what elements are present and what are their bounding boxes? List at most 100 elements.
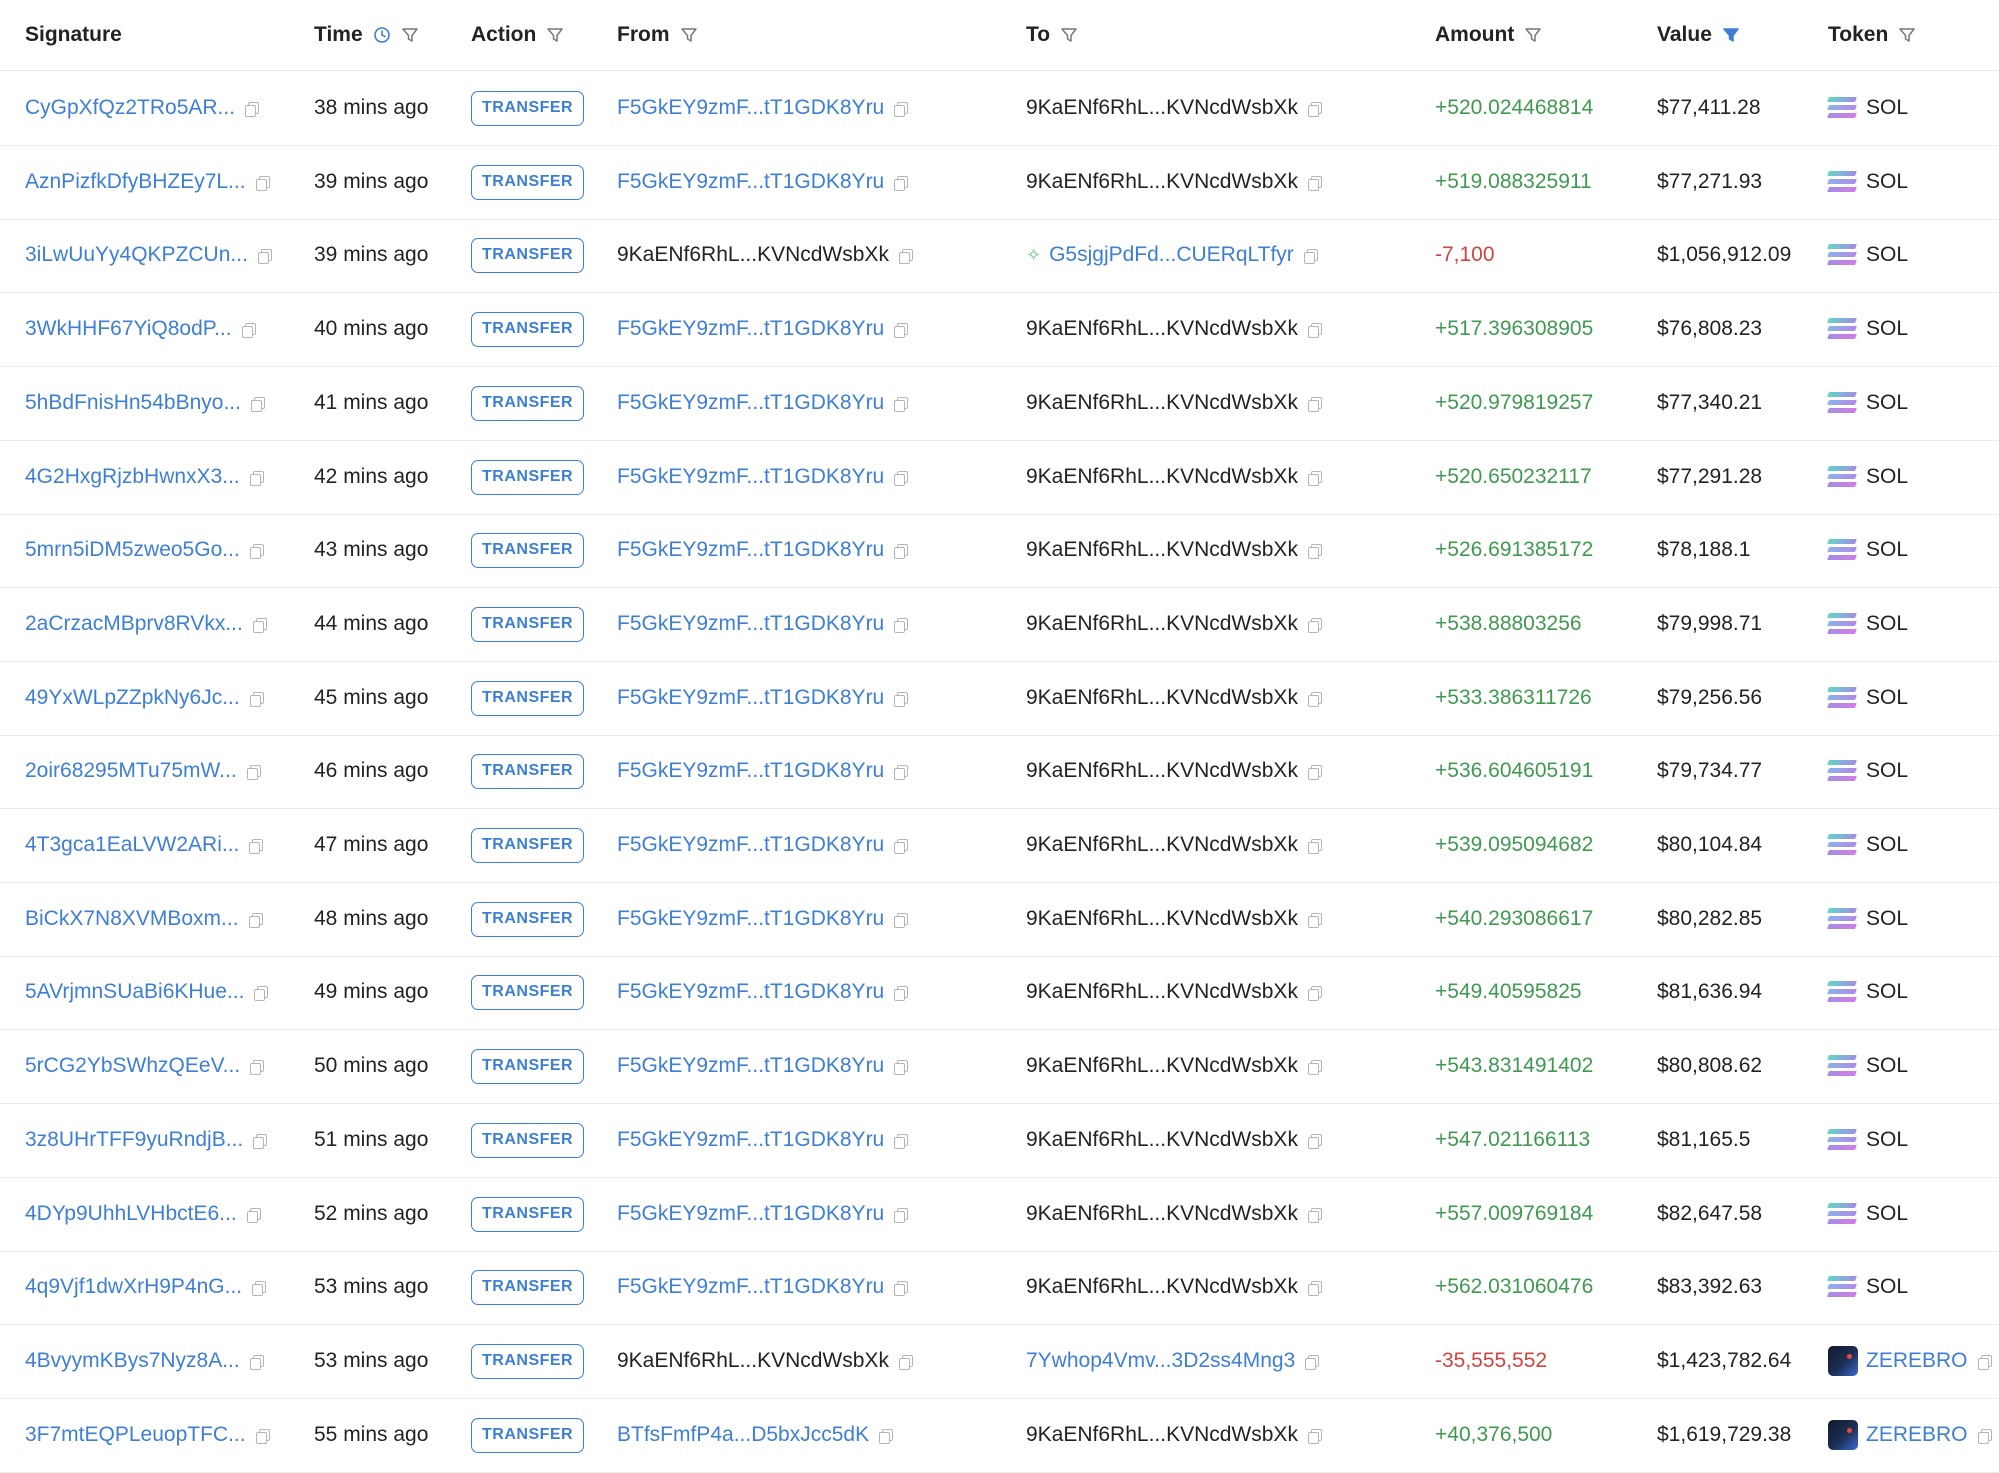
table-row[interactable]: 3z8UHrTFF9yuRndjB...51 mins agoTRANSFERF…	[0, 1103, 1999, 1178]
copy-icon[interactable]	[250, 692, 263, 705]
copy-icon[interactable]	[1308, 471, 1321, 484]
from-address[interactable]: F5GkEY9zmF...tT1GDK8Yru	[617, 612, 884, 636]
copy-icon[interactable]	[251, 397, 264, 410]
copy-icon[interactable]	[249, 839, 262, 852]
filter-icon[interactable]	[1524, 26, 1542, 44]
signature-link[interactable]: 5hBdFnisHn54bBnyo...	[25, 391, 241, 415]
clock-icon[interactable]	[373, 26, 391, 44]
copy-icon[interactable]	[899, 249, 912, 262]
table-row[interactable]: 49YxWLpZZpkNy6Jc...45 mins agoTRANSFERF5…	[0, 661, 1999, 736]
table-row[interactable]: 5rCG2YbSWhzQEeV...50 mins agoTRANSFERF5G…	[0, 1029, 1999, 1104]
copy-icon[interactable]	[1308, 913, 1321, 926]
signature-link[interactable]: BiCkX7N8XVMBoxm...	[25, 907, 239, 931]
token-link[interactable]: ZEREBRO	[1866, 1349, 1968, 1373]
copy-icon[interactable]	[1308, 1134, 1321, 1147]
copy-icon[interactable]	[254, 986, 267, 999]
copy-icon[interactable]	[894, 986, 907, 999]
table-row[interactable]: 2oir68295MTu75mW...46 mins agoTRANSFERF5…	[0, 734, 1999, 809]
copy-icon[interactable]	[253, 618, 266, 631]
filter-active-icon[interactable]	[1722, 26, 1740, 44]
copy-icon[interactable]	[894, 692, 907, 705]
table-row[interactable]: 4DYp9UhhLVHbctE6...52 mins agoTRANSFERF5…	[0, 1177, 1999, 1252]
to-address[interactable]: G5sjgjPdFd...CUERqLTfyr	[1049, 243, 1294, 267]
signature-link[interactable]: 3F7mtEQPLeuopTFC...	[25, 1423, 246, 1447]
copy-icon[interactable]	[1308, 692, 1321, 705]
copy-icon[interactable]	[242, 323, 255, 336]
signature-link[interactable]: 4DYp9UhhLVHbctE6...	[25, 1202, 237, 1226]
copy-icon[interactable]	[1308, 323, 1321, 336]
copy-icon[interactable]	[1978, 1429, 1991, 1442]
copy-icon[interactable]	[894, 839, 907, 852]
table-row[interactable]: 4T3gca1EaLVW2ARi...47 mins agoTRANSFERF5…	[0, 808, 1999, 883]
table-row[interactable]: 2aCrzacMBprv8RVkx...44 mins agoTRANSFERF…	[0, 587, 1999, 662]
from-address[interactable]: F5GkEY9zmF...tT1GDK8Yru	[617, 465, 884, 489]
from-address[interactable]: BTfsFmfP4a...D5bxJcc5dK	[617, 1423, 869, 1447]
copy-icon[interactable]	[1308, 765, 1321, 778]
from-address[interactable]: F5GkEY9zmF...tT1GDK8Yru	[617, 1128, 884, 1152]
copy-icon[interactable]	[250, 471, 263, 484]
copy-icon[interactable]	[253, 1134, 266, 1147]
filter-icon[interactable]	[546, 26, 564, 44]
signature-link[interactable]: 3z8UHrTFF9yuRndjB...	[25, 1128, 243, 1152]
table-row[interactable]: 5hBdFnisHn54bBnyo...41 mins agoTRANSFERF…	[0, 366, 1999, 441]
copy-icon[interactable]	[247, 1208, 260, 1221]
from-address[interactable]: F5GkEY9zmF...tT1GDK8Yru	[617, 317, 884, 341]
copy-icon[interactable]	[899, 1355, 912, 1368]
copy-icon[interactable]	[1308, 618, 1321, 631]
copy-icon[interactable]	[1308, 544, 1321, 557]
signature-link[interactable]: AznPizfkDfyBHZEy7L...	[25, 170, 246, 194]
signature-link[interactable]: 5AVrjmnSUaBi6KHue...	[25, 980, 244, 1004]
copy-icon[interactable]	[1308, 839, 1321, 852]
signature-link[interactable]: 49YxWLpZZpkNy6Jc...	[25, 686, 240, 710]
copy-icon[interactable]	[894, 544, 907, 557]
copy-icon[interactable]	[894, 323, 907, 336]
from-address[interactable]: F5GkEY9zmF...tT1GDK8Yru	[617, 96, 884, 120]
copy-icon[interactable]	[1308, 1208, 1321, 1221]
filter-icon[interactable]	[1898, 26, 1916, 44]
from-address[interactable]: F5GkEY9zmF...tT1GDK8Yru	[617, 1275, 884, 1299]
from-address[interactable]: F5GkEY9zmF...tT1GDK8Yru	[617, 980, 884, 1004]
copy-icon[interactable]	[249, 913, 262, 926]
copy-icon[interactable]	[894, 1134, 907, 1147]
copy-icon[interactable]	[245, 102, 258, 115]
table-row[interactable]: 4q9Vjf1dwXrH9P4nG...53 mins agoTRANSFERF…	[0, 1250, 1999, 1325]
copy-icon[interactable]	[1308, 176, 1321, 189]
table-row[interactable]: 4BvyymKBys7Nyz8A...53 mins agoTRANSFER9K…	[0, 1324, 1999, 1399]
copy-icon[interactable]	[894, 913, 907, 926]
copy-icon[interactable]	[258, 249, 271, 262]
from-address[interactable]: F5GkEY9zmF...tT1GDK8Yru	[617, 686, 884, 710]
copy-icon[interactable]	[1308, 1281, 1321, 1294]
table-row[interactable]: AznPizfkDfyBHZEy7L...39 mins agoTRANSFER…	[0, 145, 1999, 220]
filter-icon[interactable]	[1060, 26, 1078, 44]
from-address[interactable]: F5GkEY9zmF...tT1GDK8Yru	[617, 391, 884, 415]
signature-link[interactable]: 3iLwUuYy4QKPZCUn...	[25, 243, 248, 267]
from-address[interactable]: F5GkEY9zmF...tT1GDK8Yru	[617, 170, 884, 194]
token-link[interactable]: ZEREBRO	[1866, 1423, 1968, 1447]
filter-icon[interactable]	[401, 26, 419, 44]
to-address[interactable]: 7Ywhop4Vmv...3D2ss4Mng3	[1026, 1349, 1295, 1373]
copy-icon[interactable]	[256, 176, 269, 189]
signature-link[interactable]: 4G2HxgRjzbHwnxX3...	[25, 465, 240, 489]
copy-icon[interactable]	[894, 618, 907, 631]
copy-icon[interactable]	[879, 1429, 892, 1442]
table-row[interactable]: BiCkX7N8XVMBoxm...48 mins agoTRANSFERF5G…	[0, 882, 1999, 957]
copy-icon[interactable]	[250, 544, 263, 557]
from-address[interactable]: F5GkEY9zmF...tT1GDK8Yru	[617, 833, 884, 857]
signature-link[interactable]: 4q9Vjf1dwXrH9P4nG...	[25, 1275, 242, 1299]
copy-icon[interactable]	[894, 102, 907, 115]
copy-icon[interactable]	[1308, 986, 1321, 999]
copy-icon[interactable]	[894, 1060, 907, 1073]
copy-icon[interactable]	[1308, 1060, 1321, 1073]
signature-link[interactable]: 2oir68295MTu75mW...	[25, 759, 237, 783]
copy-icon[interactable]	[256, 1429, 269, 1442]
copy-icon[interactable]	[1978, 1355, 1991, 1368]
table-row[interactable]: 5AVrjmnSUaBi6KHue...49 mins agoTRANSFERF…	[0, 955, 1999, 1030]
copy-icon[interactable]	[1305, 1355, 1318, 1368]
copy-icon[interactable]	[250, 1060, 263, 1073]
copy-icon[interactable]	[894, 397, 907, 410]
copy-icon[interactable]	[894, 176, 907, 189]
table-row[interactable]: 3F7mtEQPLeuopTFC...55 mins agoTRANSFERBT…	[0, 1398, 1999, 1473]
table-row[interactable]: CyGpXfQz2TRo5AR...38 mins agoTRANSFERF5G…	[0, 71, 1999, 146]
from-address[interactable]: F5GkEY9zmF...tT1GDK8Yru	[617, 1054, 884, 1078]
copy-icon[interactable]	[894, 1208, 907, 1221]
